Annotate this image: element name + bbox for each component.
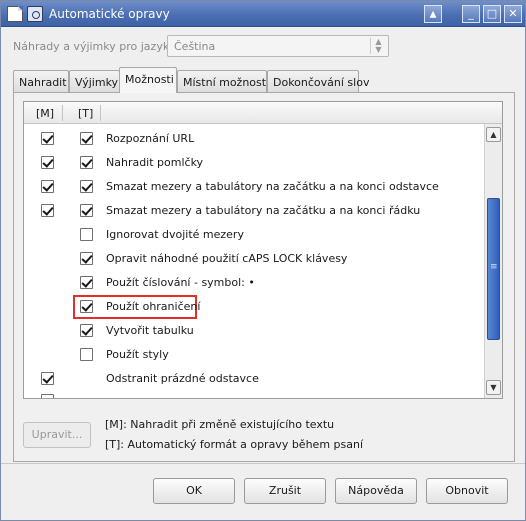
window-title: Automatické opravy xyxy=(49,7,170,21)
help-button[interactable]: Nápověda xyxy=(335,478,417,504)
tab-exceptions[interactable]: Výjimky xyxy=(69,70,120,92)
t-checkbox[interactable] xyxy=(80,300,93,313)
arrow-up-icon: ▲ xyxy=(490,130,497,139)
language-label: Náhrady a výjimky pro jazyk: xyxy=(13,40,173,53)
legend-t: [T]: Automatický formát a opravy během p… xyxy=(105,438,364,451)
list-item[interactable]: Použít styly xyxy=(24,342,484,366)
edit-button-label: Upravit... xyxy=(31,428,83,441)
tab-localized-options[interactable]: Místní možnosti xyxy=(177,70,270,92)
list-item[interactable]: Rozpoznání URL xyxy=(24,126,484,150)
close-icon: ✕ xyxy=(508,7,518,20)
tab-label: Možnosti xyxy=(125,73,174,86)
tab-replace[interactable]: Nahradit xyxy=(13,70,69,92)
list-item-label: Vytvořit tabulku xyxy=(106,324,194,337)
maximize-icon: □ xyxy=(486,7,498,20)
list-item-partial[interactable] xyxy=(24,390,484,398)
close-button[interactable]: ✕ xyxy=(504,5,522,23)
list-item-label: Nahradit pomlčky xyxy=(106,156,204,169)
column-header-t[interactable]: [T] xyxy=(78,107,93,120)
language-select[interactable]: Čeština ▲ ▼ xyxy=(167,35,389,57)
m-checkbox[interactable] xyxy=(41,132,54,145)
scroll-down-button[interactable]: ▼ xyxy=(486,380,501,395)
tab-word-completion[interactable]: Dokončování slov xyxy=(267,70,369,92)
cancel-label: Zrušit xyxy=(268,484,302,497)
scroll-up-button[interactable]: ▲ xyxy=(486,127,501,142)
grip-icon: ≡ xyxy=(490,262,498,272)
m-checkbox[interactable] xyxy=(41,204,54,217)
list-item[interactable]: Opravit náhodné použití cAPS LOCK kláves… xyxy=(24,246,484,270)
list-item-label: Odstranit prázdné odstavce xyxy=(106,372,259,385)
list-item-label: Smazat mezery a tabulátory na začátku a … xyxy=(106,180,439,193)
list-item-label: Použít ohraničení xyxy=(106,300,201,313)
reset-label: Obnovit xyxy=(445,484,489,497)
document-icon xyxy=(7,6,23,22)
t-checkbox[interactable] xyxy=(80,156,93,169)
list-item-highlighted[interactable]: Použít ohraničení xyxy=(24,294,484,319)
autocorrect-dialog: Automatické opravy ▼ _ □ ✕ Náhrady a výj… xyxy=(0,0,526,521)
title-bar[interactable]: Automatické opravy ▼ _ □ ✕ xyxy=(1,1,525,27)
window-menu-icon[interactable] xyxy=(27,6,43,22)
ok-button[interactable]: OK xyxy=(153,478,235,504)
t-checkbox[interactable] xyxy=(80,348,93,361)
tab-label: Nahradit xyxy=(19,76,67,89)
list-item[interactable]: Vytvořit tabulku xyxy=(24,318,484,342)
tab-label: Výjimky xyxy=(75,76,119,89)
list-item-label: Použít styly xyxy=(106,348,169,361)
column-divider xyxy=(62,105,63,121)
select-arrows-icon: ▲ ▼ xyxy=(370,38,386,54)
list-header: [M] [T] xyxy=(24,102,502,124)
column-divider xyxy=(100,105,101,121)
arrow-down-icon: ▼ xyxy=(490,383,497,392)
minimize-icon: _ xyxy=(468,7,474,20)
t-checkbox[interactable] xyxy=(80,324,93,337)
language-select-value: Čeština xyxy=(174,40,216,53)
shade-button[interactable]: ▼ xyxy=(424,5,442,23)
m-checkbox[interactable] xyxy=(41,180,54,193)
edit-button[interactable]: Upravit... xyxy=(23,422,91,448)
m-checkbox[interactable] xyxy=(41,156,54,169)
tab-label: Dokončování slov xyxy=(273,76,370,89)
t-checkbox[interactable] xyxy=(80,132,93,145)
t-checkbox[interactable] xyxy=(80,228,93,241)
tab-label: Místní možnosti xyxy=(183,76,270,89)
options-list: [M] [T] Rozpoznání URL Nahradit pomlčky … xyxy=(23,101,503,399)
maximize-button[interactable]: □ xyxy=(483,5,501,23)
legend-m: [M]: Nahradit při změně existujícího tex… xyxy=(105,418,335,431)
list-item-label: Smazat mezery a tabulátory na začátku a … xyxy=(106,204,421,217)
list-item[interactable]: Ignorovat dvojité mezery xyxy=(24,222,484,246)
list-item[interactable]: Použít číslování - symbol: • xyxy=(24,270,484,294)
tab-options[interactable]: Možnosti xyxy=(119,67,177,93)
minimize-button[interactable]: _ xyxy=(462,5,480,23)
column-header-m[interactable]: [M] xyxy=(36,107,54,120)
cancel-button[interactable]: Zrušit xyxy=(244,478,326,504)
t-checkbox[interactable] xyxy=(80,180,93,193)
list-item[interactable]: Smazat mezery a tabulátory na začátku a … xyxy=(24,174,484,198)
list-item-label: Použít číslování - symbol: • xyxy=(106,276,255,289)
t-checkbox[interactable] xyxy=(80,204,93,217)
list-item-label: Ignorovat dvojité mezery xyxy=(106,228,244,241)
footer-divider xyxy=(1,463,525,464)
list-item[interactable]: Smazat mezery a tabulátory na začátku a … xyxy=(24,198,484,222)
t-checkbox[interactable] xyxy=(80,276,93,289)
list-item[interactable]: Nahradit pomlčky xyxy=(24,150,484,174)
chevron-up-icon: ▼ xyxy=(429,9,437,19)
list-item-label: Opravit náhodné použití cAPS LOCK kláves… xyxy=(106,252,348,265)
ok-label: OK xyxy=(186,484,202,497)
list-item[interactable]: Odstranit prázdné odstavce xyxy=(24,366,484,390)
scroll-thumb[interactable]: ≡ xyxy=(487,198,500,340)
reset-button[interactable]: Obnovit xyxy=(426,478,508,504)
m-checkbox[interactable] xyxy=(41,372,54,385)
help-label: Nápověda xyxy=(348,484,404,497)
vertical-scrollbar[interactable]: ▲ ≡ ▼ xyxy=(484,124,502,398)
t-checkbox[interactable] xyxy=(80,252,93,265)
m-checkbox[interactable] xyxy=(41,394,54,398)
list-item-label: Rozpoznání URL xyxy=(106,132,195,145)
